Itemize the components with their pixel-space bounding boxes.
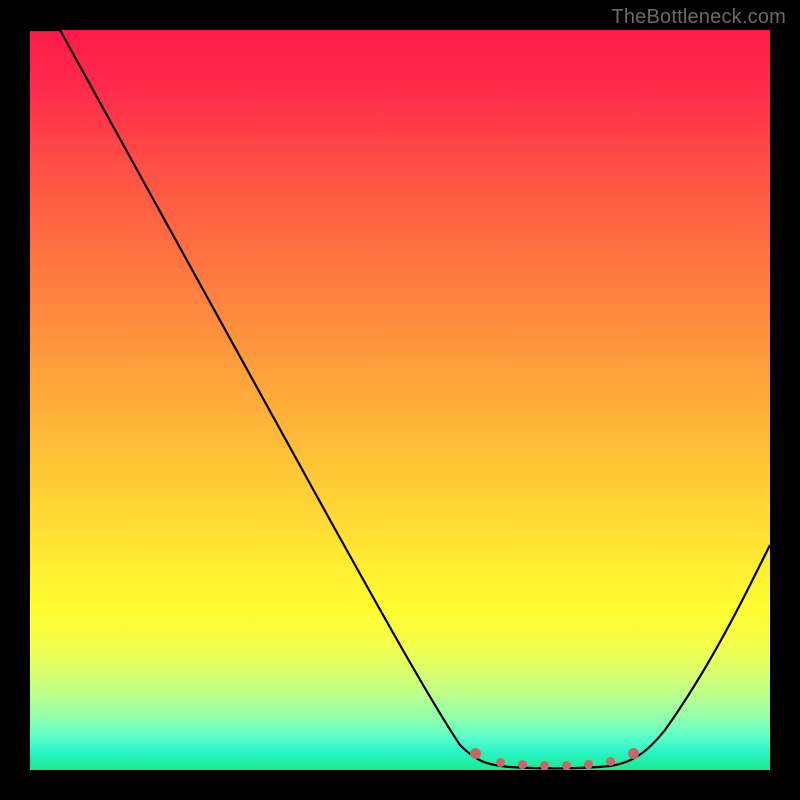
optimal-zone-end-marker <box>628 748 639 759</box>
optimal-zone-marker <box>496 758 505 767</box>
optimal-zone-marker <box>606 757 615 766</box>
optimal-zone-marker <box>562 761 571 770</box>
optimal-zone-marker <box>518 760 527 769</box>
watermark: TheBottleneck.com <box>611 6 786 29</box>
optimal-zone-marker <box>584 760 593 769</box>
optimal-zone-marker <box>540 761 549 770</box>
curve-path <box>30 30 770 768</box>
optimal-zone-start-marker <box>470 748 481 759</box>
bottleneck-curve <box>30 30 770 770</box>
